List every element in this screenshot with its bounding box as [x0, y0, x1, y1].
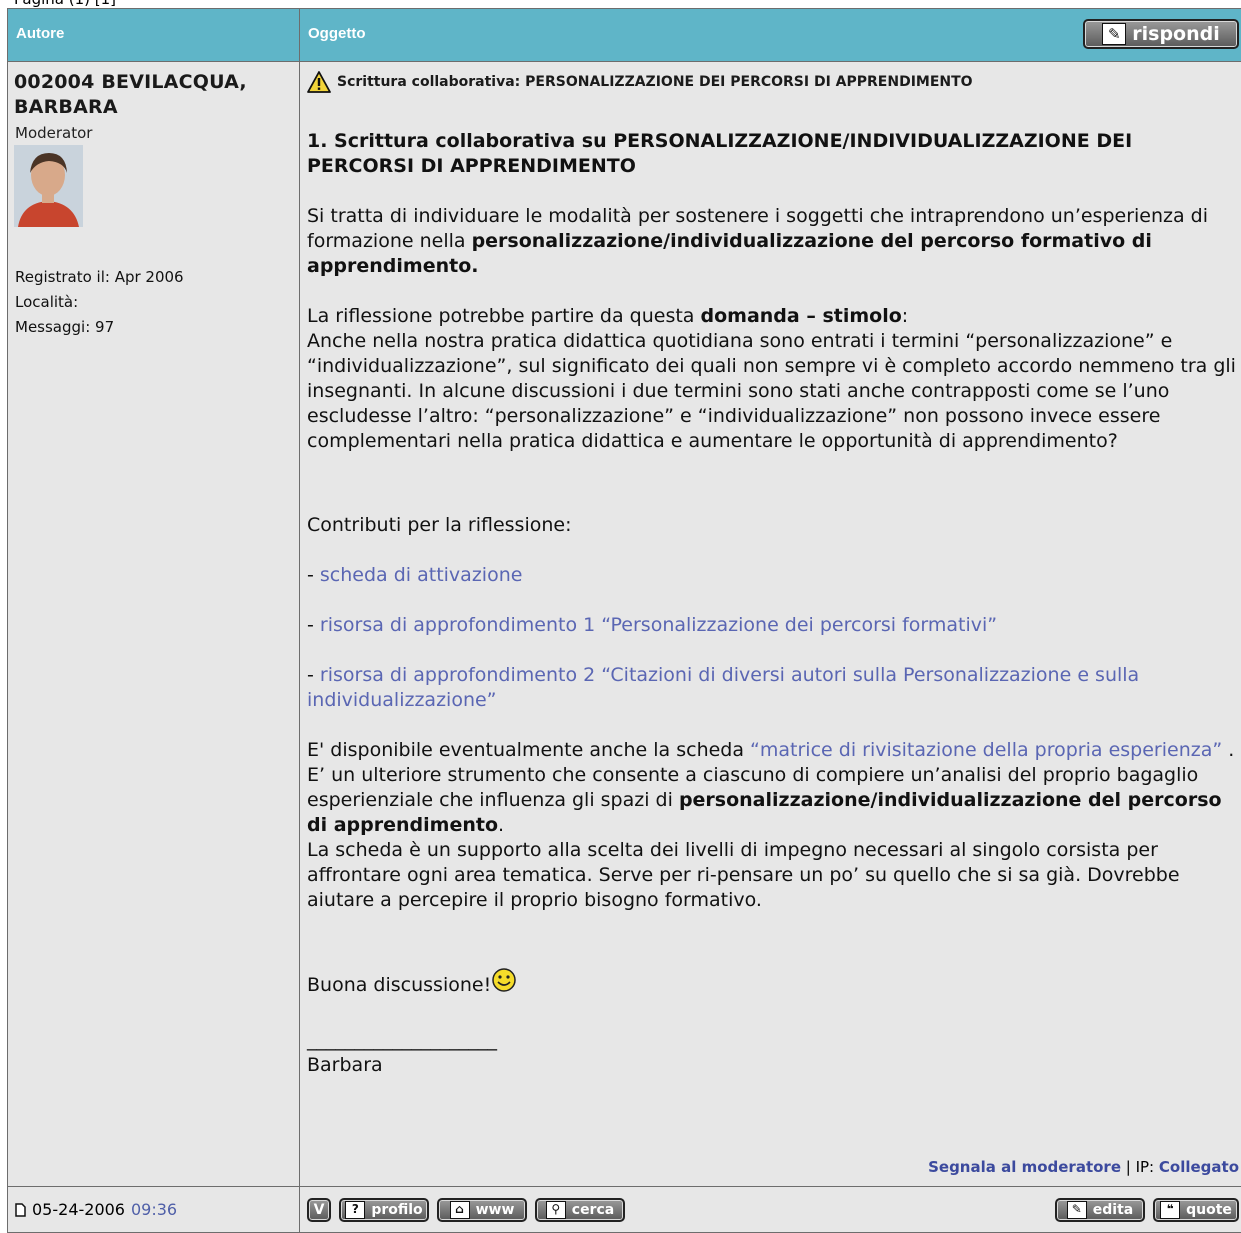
message-count: Messaggi: 97 — [15, 318, 115, 336]
smiley-icon — [492, 968, 516, 992]
paragraph-3: Anche nella nostra pratica didattica quo… — [307, 330, 1236, 452]
link-matrice[interactable]: “matrice di rivisitazione della propria … — [750, 739, 1222, 761]
time-text: 09:36 — [130, 1200, 178, 1219]
link-risorsa-2[interactable]: risorsa di approfondimento 2 “Citazioni … — [307, 664, 1139, 711]
subject-text: Scrittura collaborativa: PERSONALIZZAZIO… — [337, 74, 973, 90]
closing: Buona discussione! — [307, 967, 1241, 998]
post-body: 1. Scrittura collaborativa su PERSONALIZ… — [307, 129, 1241, 1078]
search-icon: ⚲ — [545, 1201, 566, 1219]
contribution-1: - scheda di attivazione — [307, 564, 523, 586]
reply-icon: ✎ — [1102, 23, 1127, 45]
table-header — [8, 9, 1241, 61]
contribution-3: - risorsa di approfondimento 2 “Citazion… — [307, 664, 1140, 711]
profile-icon: ? — [345, 1201, 366, 1219]
profile-label: profilo — [371, 1202, 423, 1218]
search-label: cerca — [571, 1202, 615, 1218]
quote-button[interactable]: ❝ quote — [1153, 1198, 1239, 1222]
top-strip: Pagina (1) [1] — [0, 0, 1241, 8]
author-role: Moderator — [15, 124, 93, 142]
post-subject: Scrittura collaborativa: PERSONALIZZAZIO… — [307, 71, 973, 93]
warning-icon — [307, 71, 331, 93]
header-author: Autore — [16, 25, 65, 42]
v-label: V — [313, 1202, 325, 1218]
search-button[interactable]: ⚲ cerca — [535, 1198, 625, 1222]
v-button[interactable]: V — [307, 1198, 331, 1222]
header-subject: Oggetto — [308, 25, 366, 42]
signature: Barbara — [307, 1054, 383, 1076]
quote-icon: ❝ — [1160, 1201, 1181, 1219]
ip-separator: | IP: — [1121, 1158, 1159, 1176]
edit-icon: ✎ — [1066, 1201, 1087, 1219]
reply-button[interactable]: ✎ rispondi — [1083, 19, 1239, 49]
report-link[interactable]: Segnala al moderatore — [928, 1158, 1121, 1176]
link-risorsa-1[interactable]: risorsa di approfondimento 1 “Personaliz… — [320, 614, 997, 636]
quote-label: quote — [1186, 1202, 1232, 1218]
profile-button[interactable]: ? profilo — [339, 1198, 429, 1222]
post-date: 05-24-2006 09:36 — [15, 1200, 177, 1219]
document-icon — [15, 1202, 26, 1217]
link-scheda-attivazione[interactable]: scheda di attivazione — [320, 564, 523, 586]
www-label: www — [475, 1202, 515, 1218]
post-title: 1. Scrittura collaborativa su PERSONALIZ… — [307, 130, 1133, 177]
home-icon: ⌂ — [449, 1201, 470, 1219]
date-text: 05-24-2006 — [32, 1200, 125, 1219]
author-meta: Registrato il: Apr 2006 Località: Messag… — [15, 265, 184, 340]
paragraph-1: Si tratta di individuare le modalità per… — [307, 205, 1209, 277]
paragraph-4: E' disponibile eventualmente anche la sc… — [307, 739, 1235, 761]
www-button[interactable]: ⌂ www — [437, 1198, 527, 1222]
location: Località: — [15, 293, 79, 311]
contributions-label: Contributi per la riflessione: — [307, 514, 572, 536]
paragraph-2: La riflessione potrebbe partire da quest… — [307, 305, 909, 327]
avatar — [14, 145, 83, 227]
author-name-line2: BARBARA — [14, 96, 118, 118]
registered-date: Registrato il: Apr 2006 — [15, 268, 184, 286]
column-divider — [299, 8, 300, 1233]
paragraph-6: La scheda è un supporto alla scelta dei … — [307, 839, 1180, 911]
author-name-line1: 002004 BEVILACQUA, — [14, 71, 247, 93]
reply-label: rispondi — [1132, 23, 1220, 45]
paragraph-5: E’ un ulteriore strumento che consente a… — [307, 764, 1222, 836]
author-name[interactable]: 002004 BEVILACQUA, BARBARA — [14, 70, 294, 120]
signature-line: ____________________ — [307, 1029, 497, 1051]
contribution-2: - risorsa di approfondimento 1 “Personal… — [307, 614, 998, 636]
post-footer-links: Segnala al moderatore | IP: Collegato — [928, 1158, 1239, 1176]
ip-value: Collegato — [1158, 1158, 1239, 1176]
edit-label: edita — [1092, 1202, 1134, 1218]
edit-button[interactable]: ✎ edita — [1055, 1198, 1145, 1222]
